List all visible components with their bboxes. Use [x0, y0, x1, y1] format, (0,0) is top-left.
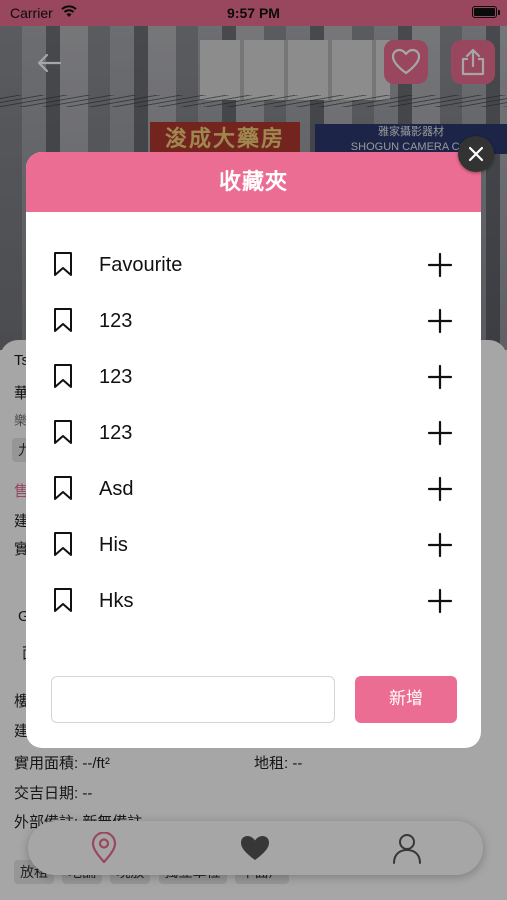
bookmark-icon	[54, 476, 72, 500]
folder-item[interactable]: 123	[26, 349, 481, 405]
add-to-folder-icon[interactable]	[426, 419, 454, 447]
folder-item[interactable]: 123	[26, 293, 481, 349]
new-folder-input[interactable]	[51, 676, 335, 723]
folder-name: Favourite	[99, 254, 183, 276]
folder-name: Hks	[99, 590, 134, 612]
folder-name: Asd	[99, 478, 134, 500]
add-to-folder-icon[interactable]	[426, 363, 454, 391]
folder-item[interactable]: Hks	[26, 573, 481, 629]
folder-item[interactable]: Asd	[26, 461, 481, 517]
folder-item[interactable]: His	[26, 517, 481, 573]
folder-item[interactable]: 123	[26, 405, 481, 461]
close-icon	[468, 146, 484, 162]
folder-name: 123	[99, 310, 133, 332]
folder-name: 123	[99, 366, 133, 388]
add-folder-button[interactable]: 新增	[355, 676, 457, 723]
add-to-folder-icon[interactable]	[426, 531, 454, 559]
folder-name: 123	[99, 422, 133, 444]
close-modal-button[interactable]	[458, 136, 494, 172]
folder-item[interactable]: Favourite	[26, 237, 481, 293]
favourites-modal: 收藏夾 Favourite 123 123 123 Asd His Hks 新增	[26, 152, 481, 748]
modal-title: 收藏夾	[26, 152, 481, 212]
bookmark-icon	[54, 252, 72, 276]
folder-name: His	[99, 534, 128, 556]
add-to-folder-icon[interactable]	[426, 475, 454, 503]
add-to-folder-icon[interactable]	[426, 251, 454, 279]
bookmark-icon	[54, 308, 72, 332]
bookmark-icon	[54, 364, 72, 388]
bookmark-icon	[54, 588, 72, 612]
bookmark-icon	[54, 532, 72, 556]
add-to-folder-icon[interactable]	[426, 307, 454, 335]
add-to-folder-icon[interactable]	[426, 587, 454, 615]
bookmark-icon	[54, 420, 72, 444]
